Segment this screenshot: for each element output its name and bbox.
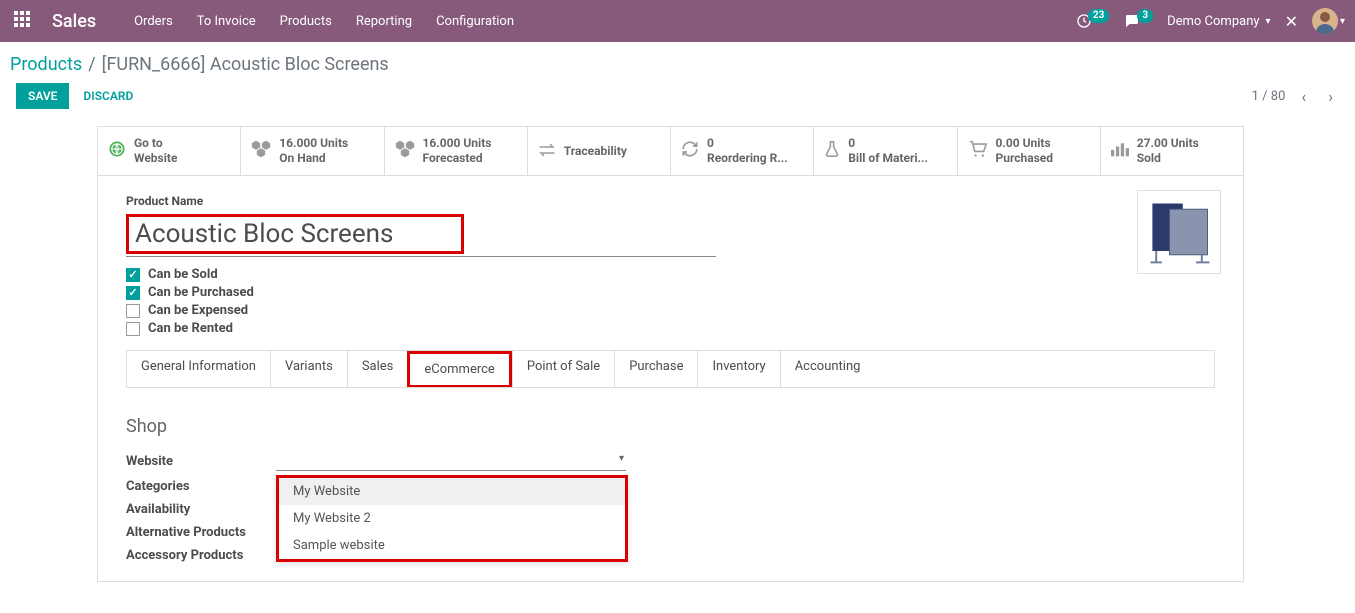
menu-products[interactable]: Products (280, 14, 332, 29)
pager-prev[interactable]: ‹ (1295, 85, 1312, 108)
check-can-be-expensed[interactable]: Can be Expensed (126, 303, 1215, 318)
stat-reordering[interactable]: 0Reordering R... (671, 127, 814, 175)
user-menu[interactable]: ▾ (1312, 8, 1345, 34)
label-website: Website (126, 454, 276, 469)
menu-orders[interactable]: Orders (134, 14, 173, 29)
tab-accounting[interactable]: Accounting (780, 351, 875, 387)
form-sheet: Go toWebsite 16.000 UnitsOn Hand 16.000 … (97, 126, 1244, 582)
stat-buttons: Go toWebsite 16.000 UnitsOn Hand 16.000 … (98, 127, 1243, 176)
save-button[interactable]: SAVE (16, 83, 69, 109)
menu-reporting[interactable]: Reporting (356, 14, 412, 29)
tab-ecommerce[interactable]: eCommerce (410, 354, 508, 385)
globe-icon (108, 140, 126, 163)
exchange-icon (538, 141, 556, 162)
activities-icon[interactable]: 23 (1076, 13, 1109, 29)
content-scroll[interactable]: Go toWebsite 16.000 UnitsOn Hand 16.000 … (0, 108, 1341, 613)
menu-configuration[interactable]: Configuration (436, 14, 514, 29)
cubes-icon (395, 140, 415, 163)
apps-icon[interactable] (14, 11, 34, 31)
pager: 1 / 80 ‹ › (1252, 85, 1339, 108)
label-acc-products: Accessory Products (126, 548, 276, 563)
tab-sales[interactable]: Sales (347, 351, 408, 387)
breadcrumb: Products / [FURN_6666] Acoustic Bloc Scr… (0, 42, 1355, 77)
section-shop: Shop (126, 416, 1215, 437)
website-field[interactable]: ▾ (276, 451, 626, 471)
tab-general-information[interactable]: General Information (126, 351, 270, 387)
bars-icon (1111, 141, 1129, 162)
product-name-label: Product Name (126, 194, 1215, 208)
stat-website[interactable]: Go toWebsite (98, 127, 241, 175)
checkbox-icon (126, 304, 140, 318)
check-can-be-purchased[interactable]: ✓Can be Purchased (126, 285, 1215, 300)
debug-icon[interactable]: ✕ (1285, 12, 1298, 31)
stat-purchased[interactable]: 0.00 UnitsPurchased (958, 127, 1101, 175)
checkbox-icon: ✓ (126, 286, 140, 300)
refresh-icon (681, 140, 699, 163)
product-image[interactable] (1137, 190, 1221, 274)
pager-text: 1 / 80 (1252, 89, 1286, 104)
cubes-icon (251, 140, 271, 163)
label-availability: Availability (126, 502, 276, 517)
checkbox-icon: ✓ (126, 268, 140, 282)
stat-onhand[interactable]: 16.000 UnitsOn Hand (241, 127, 384, 175)
company-switcher[interactable]: Demo Company ▾ (1167, 14, 1270, 29)
dropdown-option-my-website-2[interactable]: My Website 2 (279, 505, 625, 532)
tab-point-of-sale[interactable]: Point of Sale (512, 351, 614, 387)
activities-badge: 23 (1088, 9, 1109, 23)
checkbox-icon (126, 322, 140, 336)
cart-icon (968, 140, 988, 163)
check-can-be-sold[interactable]: ✓Can be Sold (126, 267, 1215, 282)
stat-bom[interactable]: 0Bill of Materi... (814, 127, 957, 175)
tabs: General Information Variants Sales eComm… (126, 350, 1215, 388)
topbar: Sales Orders To Invoice Products Reporti… (0, 0, 1355, 42)
tab-ecommerce-highlight: eCommerce (407, 351, 511, 387)
dropdown-option-my-website[interactable]: My Website (279, 478, 625, 505)
website-input[interactable] (276, 451, 626, 471)
breadcrumb-current: [FURN_6666] Acoustic Bloc Screens (102, 54, 389, 75)
tab-purchase[interactable]: Purchase (614, 351, 697, 387)
menu-to-invoice[interactable]: To Invoice (197, 14, 256, 29)
app-title[interactable]: Sales (52, 11, 96, 32)
product-name-highlight (126, 214, 464, 254)
breadcrumb-root[interactable]: Products (10, 54, 82, 75)
label-categories: Categories (126, 479, 276, 494)
discard-button[interactable]: DISCARD (83, 89, 133, 103)
flask-icon (824, 140, 840, 163)
stat-sold[interactable]: 27.00 UnitsSold (1101, 127, 1243, 175)
messages-badge: 3 (1137, 9, 1153, 23)
tab-inventory[interactable]: Inventory (697, 351, 779, 387)
stat-traceability[interactable]: Traceability (528, 127, 671, 175)
tab-variants[interactable]: Variants (270, 351, 347, 387)
avatar (1312, 8, 1338, 34)
stat-forecast[interactable]: 16.000 UnitsForecasted (385, 127, 528, 175)
check-can-be-rented[interactable]: Can be Rented (126, 321, 1215, 336)
pager-next[interactable]: › (1322, 85, 1339, 108)
dropdown-option-sample-website[interactable]: Sample website (279, 532, 625, 559)
product-name-input[interactable] (135, 219, 455, 249)
label-alt-products: Alternative Products (126, 525, 276, 540)
website-dropdown: My Website My Website 2 Sample website (276, 475, 628, 562)
messages-icon[interactable]: 3 (1123, 12, 1153, 30)
